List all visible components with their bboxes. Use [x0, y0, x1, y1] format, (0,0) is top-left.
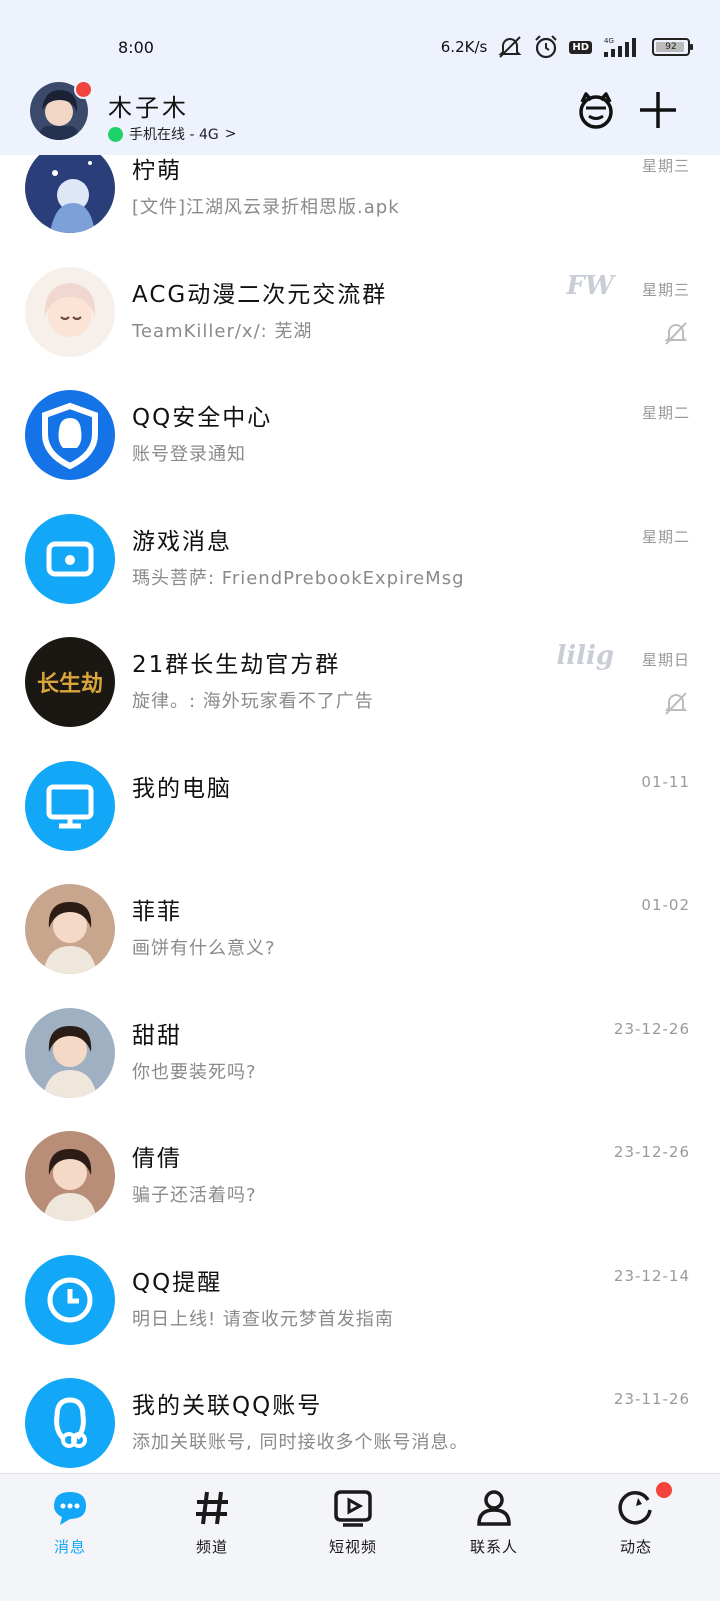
battery-level: 92 [665, 42, 677, 52]
chat-preview: 旋律。: 海外玩家看不了广告 [132, 691, 374, 712]
chat-avatar[interactable] [25, 143, 115, 233]
chat-list-item[interactable]: 我的电脑 01-11 [0, 743, 720, 867]
muted-bell-icon [662, 689, 690, 717]
chat-time: 星期三 [641, 157, 690, 175]
chat-avatar[interactable] [25, 1254, 115, 1345]
net-speed: 6.2K/s [440, 38, 488, 56]
person-icon [474, 1488, 514, 1528]
chat-preview: 画饼有什么意义? [132, 938, 276, 959]
chat-avatar[interactable]: 长生劫 [25, 637, 115, 727]
status-bar: 8:00 6.2K/s HD 4G 92 [0, 0, 720, 80]
online-status-text: 手机在线 - 4G [129, 127, 219, 143]
status-time: 8:00 [118, 38, 154, 57]
chat-name: ACG动漫二次元交流群 [132, 281, 388, 308]
chat-time: 星期三 [641, 280, 690, 299]
chat-preview: 瑪头菩萨: FriendPrebookExpireMsg [132, 567, 465, 589]
chat-list-item[interactable]: 我的关联QQ账号添加关联账号, 同时接收多个账号消息。 23-11-26 [0, 1360, 720, 1484]
chat-preview: 骗子还活着吗? [132, 1185, 257, 1206]
top-header: 8:00 6.2K/s HD 4G 92 木子木 手机在线 - 4G > [0, 0, 720, 155]
chat-avatar[interactable] [25, 760, 115, 851]
chat-preview: 你也要装死吗? [132, 1061, 257, 1083]
muted-bell-icon [662, 319, 690, 347]
signal-icon: 4G [604, 37, 636, 57]
chat-name: 我的关联QQ账号 [132, 1393, 323, 1419]
chat-list-item[interactable]: QQ提醒明日上线! 请查收元梦首发指南 23-12-14 [0, 1237, 720, 1361]
chat-time: 23-12-14 [613, 1266, 690, 1285]
chat-avatar[interactable] [25, 884, 115, 974]
chat-preview: [文件]江湖风云录折相思版.apk [132, 197, 400, 218]
profile-name[interactable]: 木子木 [108, 88, 189, 123]
chat-list-item[interactable]: 甜甜你也要装死吗? 23-12-26 [0, 990, 720, 1114]
chat-name: 倩倩 [132, 1146, 182, 1172]
hash-icon [192, 1488, 232, 1528]
chat-avatar[interactable] [25, 513, 115, 604]
chat-avatar[interactable] [25, 266, 115, 357]
video-play-icon [333, 1488, 373, 1528]
refresh-star-icon [616, 1488, 656, 1528]
status-indicators: 6.2K/s HD 4G 92 [440, 34, 693, 60]
notification-dot [74, 80, 93, 99]
online-dot [108, 126, 123, 142]
nav-label: 联系人 [469, 1538, 518, 1556]
chat-name: 21群长生劫官方群 [132, 652, 341, 678]
chat-preview: 明日上线! 请查收元梦首发指南 [132, 1308, 394, 1330]
chat-avatar[interactable] [25, 1007, 115, 1098]
chat-name: 柠萌 [132, 158, 182, 184]
chat-list-item[interactable]: 菲菲画饼有什么意义? 01-02 [0, 866, 720, 990]
svg-text:长生劫: 长生劫 [37, 671, 103, 697]
chat-bubble-icon [50, 1488, 90, 1528]
chat-avatar[interactable] [25, 1378, 115, 1468]
chat-time: 23-12-26 [613, 1019, 690, 1038]
chat-name: QQ安全中心 [132, 405, 273, 431]
chat-list-item[interactable]: 长生劫 21群长生劫官方群旋律。: 海外玩家看不了广告 星期日 lilig [0, 619, 720, 743]
chat-name: 我的电脑 [132, 775, 232, 802]
chat-name: 甜甜 [132, 1022, 182, 1049]
mascot-icon[interactable] [574, 88, 618, 132]
hd-badge: HD [569, 40, 592, 54]
battery-cap [690, 44, 693, 50]
alarm-icon [535, 35, 558, 59]
nav-label: 频道 [195, 1538, 228, 1556]
group-tag-badge: FW [566, 270, 614, 301]
nav-label: 短视频 [328, 1538, 377, 1556]
nav-item-0[interactable]: 消息 [20, 1474, 120, 1601]
mute-bell-icon [498, 36, 522, 58]
chat-name: QQ提醒 [132, 1269, 223, 1296]
nav-label: 动态 [619, 1538, 652, 1556]
chat-time: 星期二 [641, 404, 690, 422]
network-type: 4G [604, 37, 614, 45]
nav-item-1[interactable]: 频道 [162, 1474, 262, 1601]
chat-preview: TeamKiller/x/: 芜湖 [132, 320, 313, 342]
chat-time: 23-11-26 [613, 1390, 690, 1408]
chat-time: 星期二 [641, 527, 690, 546]
chat-time: 星期日 [641, 651, 690, 669]
chat-time: 23-12-26 [613, 1143, 690, 1161]
nav-item-4[interactable]: 动态 [586, 1474, 686, 1601]
online-status[interactable]: 手机在线 - 4G > [108, 124, 236, 144]
nav-item-2[interactable]: 短视频 [303, 1474, 403, 1601]
nav-item-3[interactable]: 联系人 [444, 1474, 544, 1601]
group-tag-badge: lilig [556, 641, 614, 671]
battery-icon: 92 [652, 38, 693, 56]
chat-name: 菲菲 [132, 899, 182, 925]
notification-dot [656, 1482, 672, 1498]
bottom-nav: 消息 频道 短视频 联系人 动态 [0, 1473, 720, 1601]
chat-time: 01-02 [641, 896, 690, 914]
chevron-right-icon: > [224, 126, 237, 142]
chat-preview: 添加关联账号, 同时接收多个账号消息。 [132, 1432, 469, 1453]
chat-avatar[interactable] [25, 1131, 115, 1221]
chat-time: 01-11 [641, 772, 690, 791]
chat-list-item[interactable]: 倩倩骗子还活着吗? 23-12-26 [0, 1113, 720, 1237]
chat-preview: 账号登录通知 [132, 444, 246, 465]
chat-list-item[interactable]: 游戏消息瑪头菩萨: FriendPrebookExpireMsg 星期二 [0, 496, 720, 620]
chat-avatar[interactable] [25, 390, 115, 480]
chat-name: 游戏消息 [132, 528, 232, 555]
chat-list-item[interactable]: ACG动漫二次元交流群 TeamKiller/x/: 芜湖 星期三 FW [0, 249, 720, 373]
chat-list-item[interactable]: QQ安全中心账号登录通知 星期二 [0, 372, 720, 496]
plus-icon[interactable] [636, 88, 680, 132]
nav-label: 消息 [53, 1538, 86, 1556]
